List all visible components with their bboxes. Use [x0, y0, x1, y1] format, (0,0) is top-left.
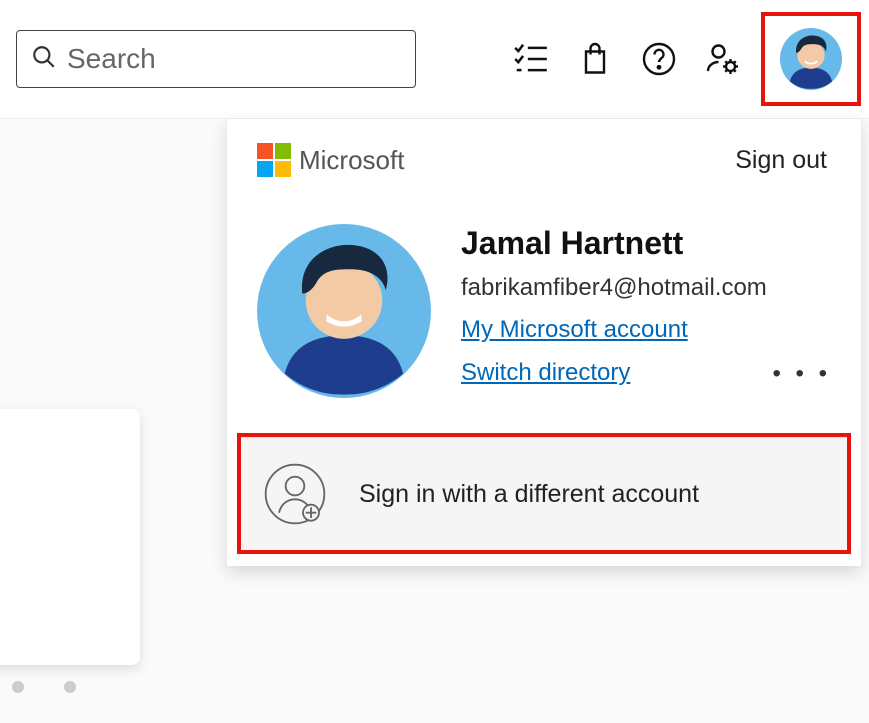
carousel-dots — [0, 681, 76, 693]
user-info: Jamal Hartnett fabrikamfiber4@hotmail.co… — [461, 201, 831, 388]
my-microsoft-account-link[interactable]: My Microsoft account — [461, 316, 831, 344]
carousel-dot[interactable] — [64, 681, 76, 693]
shopping-bag-icon[interactable] — [565, 29, 625, 89]
user-avatar-icon[interactable] — [780, 28, 842, 90]
user-avatar-large-icon — [257, 223, 431, 399]
user-name: Jamal Hartnett — [461, 225, 831, 262]
search-input[interactable] — [67, 43, 401, 75]
add-account-highlight: Sign in with a different account — [237, 433, 851, 554]
background-card — [0, 409, 140, 665]
more-options-icon[interactable]: • • • — [772, 360, 831, 388]
help-icon[interactable] — [629, 29, 689, 89]
panel-body: Jamal Hartnett fabrikamfiber4@hotmail.co… — [227, 183, 861, 433]
carousel-dot[interactable] — [12, 681, 24, 693]
sign-in-different-account-button[interactable]: Sign in with a different account — [241, 437, 847, 550]
microsoft-brand: Microsoft — [257, 143, 404, 177]
content-area: Microsoft Sign out Jamal Hartnett fabrik… — [0, 119, 869, 723]
settings-person-icon[interactable] — [693, 29, 753, 89]
switch-directory-link[interactable]: Switch directory — [461, 359, 630, 387]
toolbar-icons — [501, 29, 753, 89]
microsoft-label: Microsoft — [299, 145, 404, 176]
avatar-button-highlight — [761, 12, 861, 106]
account-dropdown-panel: Microsoft Sign out Jamal Hartnett fabrik… — [227, 119, 861, 566]
add-user-icon — [259, 458, 331, 530]
checklist-icon[interactable] — [501, 29, 561, 89]
panel-header: Microsoft Sign out — [227, 119, 861, 183]
top-toolbar — [0, 0, 869, 119]
search-icon — [31, 44, 57, 75]
microsoft-logo-icon — [257, 143, 291, 177]
sign-out-link[interactable]: Sign out — [735, 146, 827, 175]
user-email: fabrikamfiber4@hotmail.com — [461, 274, 831, 302]
add-account-label: Sign in with a different account — [359, 480, 699, 509]
search-box[interactable] — [16, 30, 416, 88]
